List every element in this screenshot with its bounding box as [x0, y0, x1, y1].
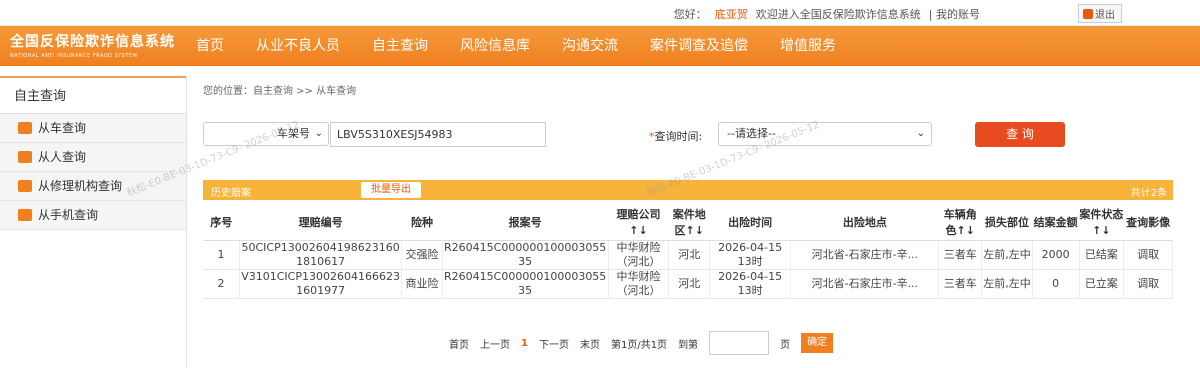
- col-status[interactable]: 案件状态↑↓: [1079, 206, 1124, 241]
- sidebar-item-label: 从车查询: [38, 120, 87, 135]
- chevron-down-icon: ⌄: [916, 128, 925, 139]
- chevron-down-icon: ⌄: [314, 128, 323, 139]
- goto-label: 到第: [678, 339, 699, 351]
- sidebar-item-label: 从修理机构查询: [38, 178, 123, 193]
- nav-value-added[interactable]: 增值服务: [764, 26, 852, 66]
- goto-confirm-button[interactable]: 确定: [801, 333, 834, 353]
- logo: 全国反保险欺诈信息系统 NATIONAL ANTI INSURANCE FRAU…: [10, 31, 175, 59]
- pagination: 首页 上一页 1 下一页 末页 第1页/共1页 到第 页 确定: [449, 331, 834, 355]
- breadcrumb: 您的位置：自主查询 >> 从车查询: [203, 86, 357, 97]
- logout-label: 退出: [1095, 10, 1115, 21]
- sidebar-item-person[interactable]: 从人查询: [0, 143, 186, 172]
- export-button[interactable]: 批量导出: [361, 182, 421, 198]
- nav-self-query[interactable]: 自主查询: [356, 26, 444, 66]
- query-time-label-text: 查询时间:: [654, 130, 703, 143]
- cell-index: 2: [203, 269, 241, 299]
- cell-time: 2026-04-15 13时: [709, 269, 792, 299]
- sidebar-item-label: 从人查询: [38, 149, 87, 164]
- nav-risk-db[interactable]: 风险信息库: [444, 26, 546, 66]
- cell-company: 中华财险（河北）: [608, 269, 670, 299]
- repair-icon: [18, 180, 32, 192]
- my-account-link[interactable]: | 我的账号: [929, 6, 980, 22]
- col-claim-no: 理赔编号: [239, 206, 402, 241]
- cell-role: 三者车: [938, 269, 983, 299]
- cell-amount: 0: [1032, 269, 1080, 299]
- next-page-link[interactable]: 下一页: [539, 336, 569, 351]
- col-region[interactable]: 案件地区↑↓: [668, 206, 710, 241]
- results-title: 历史赔案: [211, 188, 251, 199]
- col-image: 查询影像: [1123, 206, 1173, 241]
- col-index: 序号: [203, 206, 240, 241]
- col-company[interactable]: 理赔公司↑↓: [608, 206, 669, 241]
- cell-damage: 左前,左中: [981, 240, 1033, 270]
- cell-company: 中华财险（河北）: [608, 240, 670, 270]
- cell-time: 2026-04-15 13时: [709, 240, 792, 270]
- col-location: 出险地点: [790, 206, 939, 241]
- nav-communication[interactable]: 沟通交流: [546, 26, 634, 66]
- nav-home[interactable]: 首页: [180, 26, 240, 66]
- cell-region: 河北: [668, 269, 711, 299]
- cell-image-link[interactable]: 调取: [1123, 240, 1173, 270]
- cell-damage: 左前,左中: [981, 269, 1033, 299]
- prev-page-link[interactable]: 上一页: [480, 336, 510, 351]
- last-page-link[interactable]: 末页: [580, 336, 600, 351]
- main-nav: 全国反保险欺诈信息系统 NATIONAL ANTI INSURANCE FRAU…: [0, 26, 1200, 66]
- current-page: 1: [521, 337, 528, 349]
- sidebar-title: 自主查询: [0, 76, 186, 114]
- query-time-label: *查询时间:: [649, 128, 702, 144]
- top-bar: 您好： 底亚贺 欢迎进入全国反保险欺诈信息系统 | 我的账号 退出: [0, 0, 1200, 26]
- cell-report-no: R260415C000000100003055 35: [442, 269, 609, 299]
- nav-bad-practitioners[interactable]: 从业不良人员: [240, 26, 356, 66]
- sidebar-item-label: 从手机查询: [38, 207, 99, 222]
- sidebar: 自主查询 从车查询 从人查询 从修理机构查询 从手机查询: [0, 76, 187, 368]
- sidebar-item-phone[interactable]: 从手机查询: [0, 201, 186, 230]
- user-name[interactable]: 底亚贺: [715, 6, 748, 22]
- greeting: 您好：: [673, 8, 707, 21]
- cell-region: 河北: [668, 240, 711, 270]
- welcome-text: 欢迎进入全国反保险欺诈信息系统: [755, 8, 921, 21]
- cell-status: 已立案: [1079, 269, 1125, 299]
- table-row: 1 50CICP13002604198623160 1810617 交强险 R2…: [203, 240, 1173, 270]
- results-table: 序号 理赔编号 险种 报案号 理赔公司↑↓ 案件地区↑↓ 出险时间 出险地点 车…: [203, 206, 1173, 299]
- page-unit: 页: [780, 339, 791, 351]
- logout-button[interactable]: 退出: [1078, 4, 1122, 23]
- col-insurance-type: 险种: [401, 206, 443, 241]
- person-icon: [18, 151, 32, 163]
- col-role[interactable]: 车辆角色↑↓: [938, 206, 982, 241]
- vin-input[interactable]: LBV5S310XESJ54983: [330, 122, 546, 147]
- col-damage: 损失部位: [981, 206, 1033, 241]
- cell-status: 已结案: [1079, 240, 1125, 270]
- cell-insurance-type: 交强险: [401, 240, 443, 270]
- logo-title: 全国反保险欺诈信息系统: [10, 34, 175, 50]
- query-button[interactable]: 查 询: [975, 122, 1065, 147]
- col-report-no: 报案号: [442, 206, 609, 241]
- phone-icon: [18, 209, 32, 221]
- cell-location: 河北省-石家庄市-辛...: [790, 269, 940, 299]
- cell-location: 河北省-石家庄市-辛...: [790, 240, 940, 270]
- cell-claim-no: V3101CICP13002604166623 1601977: [239, 269, 403, 299]
- cell-amount: 2000: [1032, 240, 1080, 270]
- table-header-row: 序号 理赔编号 险种 报案号 理赔公司↑↓ 案件地区↑↓ 出险时间 出险地点 车…: [203, 206, 1173, 241]
- sidebar-item-vehicle[interactable]: 从车查询: [0, 114, 186, 143]
- cell-insurance-type: 商业险: [401, 269, 443, 299]
- nav-case-investigation[interactable]: 案件调查及追偿: [634, 26, 764, 66]
- cell-image-link[interactable]: 调取: [1123, 269, 1173, 299]
- car-icon: [18, 122, 32, 134]
- page-info: 第1页/共1页: [610, 339, 668, 351]
- cell-report-no: R260415C000000100003055 35: [442, 240, 609, 270]
- table-row: 2 V3101CICP13002604166623 1601977 商业险 R2…: [203, 269, 1173, 299]
- cell-claim-no: 50CICP13002604198623160 1810617: [239, 240, 403, 270]
- logout-icon: [1083, 8, 1093, 19]
- results-total: 共计2条: [1130, 188, 1167, 199]
- first-page-link[interactable]: 首页: [449, 336, 469, 351]
- cell-role: 三者车: [938, 240, 983, 270]
- col-time: 出险时间: [709, 206, 791, 241]
- cell-index: 1: [203, 240, 241, 270]
- col-amount: 结案金额: [1032, 206, 1080, 241]
- logo-subtitle: NATIONAL ANTI INSURANCE FRAUD SYSTEM: [10, 53, 138, 59]
- goto-page-input[interactable]: [709, 331, 770, 355]
